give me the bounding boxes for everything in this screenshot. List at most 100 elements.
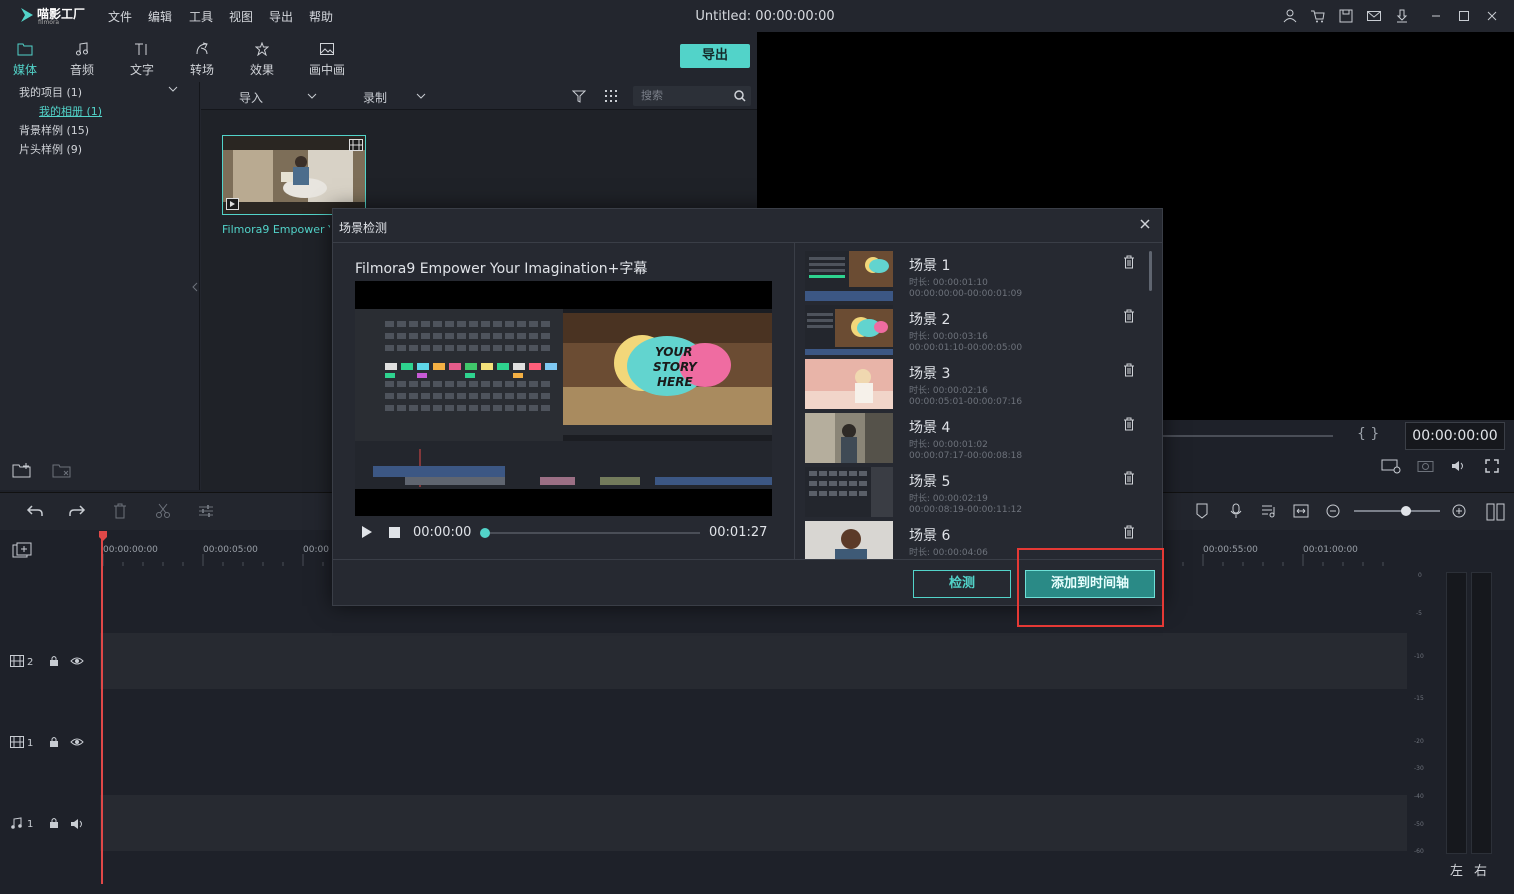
- search-icon[interactable]: [734, 90, 746, 102]
- adjust-icon[interactable]: [198, 504, 214, 518]
- add-track-icon[interactable]: [12, 542, 32, 558]
- tree-my-album[interactable]: 我的相册 (1): [39, 103, 102, 119]
- mark-brackets[interactable]: { }: [1357, 426, 1379, 442]
- tab-text[interactable]: 文字: [117, 40, 167, 78]
- chevron-down-icon[interactable]: [307, 92, 317, 100]
- save-icon[interactable]: [1338, 8, 1354, 24]
- camera-icon[interactable]: [1417, 458, 1435, 473]
- trash-icon[interactable]: [1123, 363, 1135, 377]
- trash-icon[interactable]: [1123, 417, 1135, 431]
- tab-transition[interactable]: 转场: [177, 40, 227, 78]
- volume-icon[interactable]: [1451, 459, 1467, 473]
- trash-icon[interactable]: [1123, 471, 1135, 485]
- marker-icon[interactable]: [1195, 503, 1209, 519]
- menu-help[interactable]: 帮助: [309, 8, 333, 25]
- zoom-slider-handle[interactable]: [1401, 506, 1411, 516]
- play-icon[interactable]: [361, 526, 373, 538]
- vu-scale-label: -30: [1414, 765, 1424, 772]
- video-track-2[interactable]: [100, 633, 1407, 689]
- account-icon[interactable]: [1282, 8, 1298, 24]
- scene-detection-dialog: 场景检测 Filmora9 Empower Your Imagination+字…: [332, 208, 1163, 606]
- record-dropdown[interactable]: 录制: [363, 89, 387, 106]
- tab-pip[interactable]: 画中画: [302, 40, 352, 78]
- svg-text:YOUR: YOUR: [655, 345, 692, 359]
- preview-progress-track[interactable]: [1163, 435, 1333, 437]
- chevron-down-icon[interactable]: [416, 92, 426, 100]
- maximize-icon[interactable]: [1456, 8, 1472, 24]
- menu-tools[interactable]: 工具: [189, 8, 213, 25]
- dialog-header: 场景检测: [333, 209, 1162, 243]
- video-track-1[interactable]: [100, 714, 1407, 770]
- zoom-in-icon[interactable]: [1452, 504, 1466, 518]
- tree-background-samples[interactable]: 背景样例 (15): [19, 122, 89, 138]
- media-thumbnail[interactable]: [222, 135, 366, 215]
- scene-item[interactable]: 场景 4 时长: 00:00:01:02 00:00:07:17-00:00:0…: [805, 413, 1135, 467]
- trash-icon[interactable]: [1123, 309, 1135, 323]
- lock-icon[interactable]: [49, 817, 59, 829]
- delete-folder-icon[interactable]: [52, 462, 72, 478]
- scene-item[interactable]: 场景 1 时长: 00:00:01:10 00:00:00:00-00:00:0…: [805, 251, 1135, 305]
- import-dropdown[interactable]: 导入: [239, 89, 263, 106]
- tab-effects[interactable]: 效果: [237, 40, 287, 78]
- minimize-icon[interactable]: [1428, 8, 1444, 24]
- audio-mixer-icon[interactable]: [1261, 503, 1277, 519]
- vu-scale-label: -60: [1414, 848, 1424, 855]
- eye-icon[interactable]: [70, 656, 84, 666]
- menu-edit[interactable]: 编辑: [148, 8, 172, 25]
- scene-thumbnail: [805, 305, 893, 355]
- tree-my-project[interactable]: 我的项目 (1): [19, 84, 82, 100]
- fit-timeline-icon[interactable]: [1293, 503, 1309, 519]
- trash-icon[interactable]: [1123, 255, 1135, 269]
- render-preview-icon[interactable]: [1381, 458, 1401, 474]
- scene-item[interactable]: 场景 5 时长: 00:00:02:19 00:00:08:19-00:00:1…: [805, 467, 1135, 521]
- scene-item[interactable]: 场景 3 时长: 00:00:02:16 00:00:05:01-00:00:0…: [805, 359, 1135, 413]
- fullscreen-icon[interactable]: [1485, 459, 1499, 473]
- filter-icon[interactable]: [572, 89, 586, 103]
- cart-icon[interactable]: [1310, 8, 1326, 24]
- audio-track-1[interactable]: [100, 795, 1407, 851]
- scene-list-scrollbar[interactable]: [1149, 251, 1152, 291]
- delete-icon[interactable]: [113, 503, 127, 519]
- menu-view[interactable]: 视图: [229, 8, 253, 25]
- zoom-slider[interactable]: [1354, 510, 1440, 512]
- undo-icon[interactable]: [26, 504, 44, 518]
- tree-title-samples[interactable]: 片头样例 (9): [19, 141, 82, 157]
- speaker-icon[interactable]: [70, 818, 86, 830]
- trash-icon[interactable]: [1123, 525, 1135, 539]
- dialog-close-icon[interactable]: [1139, 218, 1151, 230]
- new-folder-icon[interactable]: [12, 462, 32, 478]
- zoom-out-icon[interactable]: [1326, 504, 1340, 518]
- mail-icon[interactable]: [1366, 8, 1382, 24]
- lock-icon[interactable]: [49, 655, 59, 667]
- redo-icon[interactable]: [68, 504, 86, 518]
- close-icon[interactable]: [1484, 8, 1500, 24]
- eye-icon[interactable]: [70, 737, 84, 747]
- panel-toggle-icon[interactable]: [1486, 503, 1506, 521]
- vu-scale-label: -5: [1416, 610, 1422, 617]
- scene-thumbnail: [805, 521, 893, 559]
- export-button[interactable]: 导出: [680, 44, 750, 68]
- lock-icon[interactable]: [49, 736, 59, 748]
- stop-icon[interactable]: [389, 527, 400, 538]
- scene-duration: 时长: 00:00:04:06: [909, 548, 988, 558]
- chevron-down-icon[interactable]: [168, 85, 178, 93]
- video-progress-handle[interactable]: [480, 528, 490, 538]
- microphone-icon[interactable]: [1229, 503, 1243, 519]
- video-progress-track[interactable]: [485, 532, 700, 534]
- tab-media[interactable]: 媒体: [0, 40, 50, 78]
- menu-file[interactable]: 文件: [108, 8, 132, 25]
- tab-audio[interactable]: 音频: [57, 40, 107, 78]
- scissors-icon[interactable]: [155, 503, 171, 519]
- download-icon[interactable]: [1394, 8, 1410, 24]
- playhead[interactable]: [101, 534, 103, 884]
- scene-name: 场景 4: [909, 420, 951, 436]
- grid-view-icon[interactable]: [604, 89, 618, 103]
- media-clip-name[interactable]: Filmora9 Empower Y: [222, 223, 330, 236]
- vu-left-channel: [1446, 572, 1467, 854]
- scene-item[interactable]: 场景 2 时长: 00:00:03:16 00:00:01:10-00:00:0…: [805, 305, 1135, 359]
- menu-export[interactable]: 导出: [269, 8, 293, 25]
- film-strip-icon: [349, 139, 363, 151]
- detect-button[interactable]: 检测: [913, 570, 1011, 598]
- collapse-arrow-icon[interactable]: [192, 282, 198, 292]
- playhead-handle[interactable]: [98, 530, 108, 542]
